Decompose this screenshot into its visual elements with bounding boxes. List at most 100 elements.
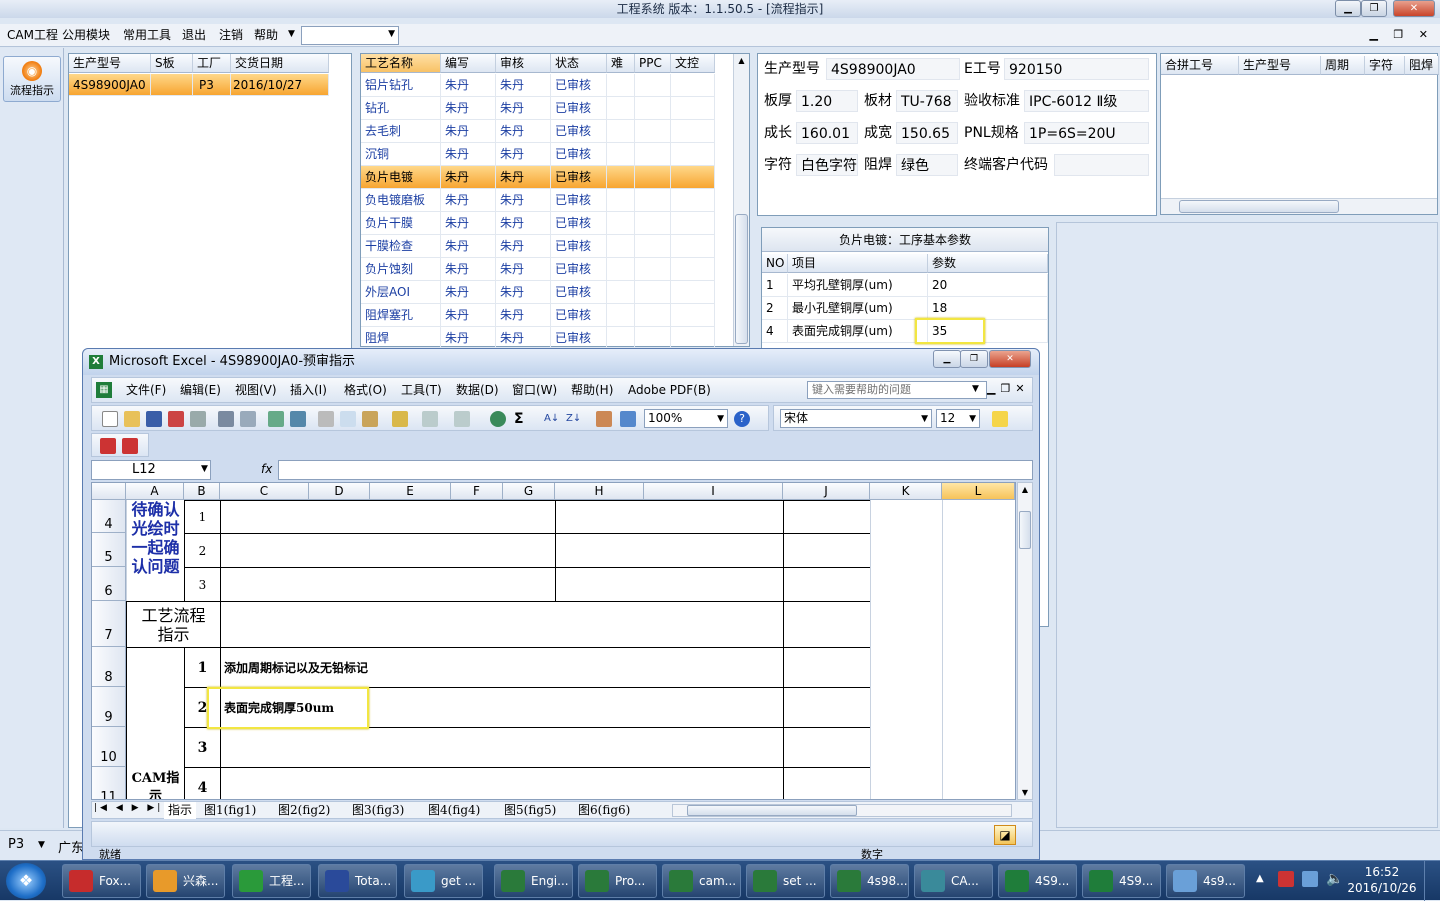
cell-n1[interactable]: 1 (184, 500, 221, 534)
process-row-cell[interactable]: 沉铜 (361, 143, 441, 166)
fx-icon[interactable]: fx (261, 462, 272, 476)
print-icon[interactable] (218, 411, 234, 427)
process-row-cell[interactable] (635, 258, 671, 281)
taskbar-item[interactable]: 工程... (232, 864, 311, 898)
sheet-tab[interactable]: 图6(fig6) (578, 802, 630, 819)
process-row-cell[interactable] (635, 212, 671, 235)
process-row-cell[interactable] (671, 258, 715, 281)
job-row-model[interactable]: 4S98900JA0 (69, 74, 151, 96)
sheet-hscroll[interactable] (672, 804, 1012, 817)
process-row-cell[interactable] (607, 189, 635, 212)
pdf-convert-icon[interactable] (100, 438, 116, 454)
cell-item1[interactable]: 添加周期标记以及无铅标记 (220, 647, 784, 688)
email-icon[interactable] (190, 411, 206, 427)
process-row-cell[interactable] (607, 143, 635, 166)
process-row-cell[interactable]: 朱丹 (496, 304, 551, 327)
process-row-cell[interactable]: 朱丹 (441, 327, 496, 350)
excel-restore-button[interactable]: ❐ (960, 350, 988, 368)
col-merge-mask[interactable]: 阻焊 (1405, 56, 1439, 75)
process-row-cell[interactable] (635, 235, 671, 258)
drawing-icon[interactable] (620, 411, 636, 427)
paste-icon[interactable] (362, 411, 378, 427)
process-row-cell[interactable] (671, 212, 715, 235)
pdf-email-icon[interactable] (122, 438, 138, 454)
col-header-j[interactable]: J (783, 483, 870, 500)
cell-item3[interactable] (220, 727, 784, 768)
process-row-cell[interactable] (607, 327, 635, 350)
scroll-up-icon[interactable]: ▲ (735, 56, 748, 70)
process-row-cell[interactable]: 负片干膜 (361, 212, 441, 235)
sheet-tab[interactable]: 图1(fig1) (204, 802, 256, 819)
process-row-cell[interactable] (671, 166, 715, 189)
save-icon[interactable] (146, 411, 162, 427)
spelling-icon[interactable] (268, 411, 284, 427)
process-row-cell[interactable]: 负电镀磨板 (361, 189, 441, 212)
sort-desc-icon[interactable]: Z↓ (566, 411, 582, 427)
cell-flow-content[interactable] (220, 601, 784, 648)
process-row-cell[interactable] (607, 166, 635, 189)
process-row-cell[interactable] (607, 304, 635, 327)
col-header-c[interactable]: C (220, 483, 309, 500)
process-row-cell[interactable] (635, 189, 671, 212)
font-select[interactable]: 宋体 ▼ (780, 409, 932, 428)
start-button[interactable]: ❖ (6, 863, 46, 899)
cell-c4[interactable] (220, 500, 556, 534)
scroll-thumb[interactable] (1179, 200, 1339, 213)
cell-n3[interactable]: 3 (184, 567, 221, 602)
menu-cam[interactable]: CAM工程 (2, 24, 63, 47)
chevron-down-icon[interactable]: ▼ (288, 29, 295, 39)
process-row-cell[interactable]: 朱丹 (441, 212, 496, 235)
excel-minimize-button[interactable]: ▁ (933, 350, 961, 368)
tab-nav-arrows[interactable]: |◀ ◀ ▶ ▶| (94, 803, 163, 813)
process-row-cell[interactable]: 已审核 (551, 97, 607, 120)
param-row-cell[interactable]: 最小孔壁铜厚(um) (788, 297, 928, 320)
taskbar-item[interactable]: CA... (914, 864, 993, 898)
process-row-cell[interactable] (607, 258, 635, 281)
undo-icon[interactable] (422, 411, 438, 427)
col-header-b[interactable]: B (184, 483, 220, 500)
row-header-4[interactable]: 4 (92, 500, 126, 533)
process-row-cell[interactable]: 朱丹 (496, 212, 551, 235)
process-row-cell[interactable]: 已审核 (551, 212, 607, 235)
process-row-cell[interactable]: 阻焊塞孔 (361, 304, 441, 327)
taskbar-item[interactable]: Tota... (318, 864, 397, 898)
row-header-5[interactable]: 5 (92, 533, 126, 567)
param-row-cell[interactable]: 1 (762, 274, 788, 297)
process-row-cell[interactable]: 外层AOI (361, 281, 441, 304)
chevron-down-icon[interactable]: ▼ (972, 384, 979, 394)
sheet-icon[interactable]: ▦ (96, 382, 112, 398)
help-icon[interactable]: ? (734, 411, 750, 427)
menu-logout[interactable]: 注销 (214, 24, 248, 47)
xmenu-pdf[interactable]: Adobe PDF(B) (622, 378, 717, 402)
process-row-cell[interactable] (635, 143, 671, 166)
process-row-cell[interactable]: 朱丹 (496, 189, 551, 212)
help-search-input[interactable]: 键入需要帮助的问题 (807, 381, 987, 399)
chevron-down-icon[interactable]: ▼ (38, 840, 45, 850)
process-row-cell[interactable]: 朱丹 (496, 120, 551, 143)
process-row-cell[interactable]: 铝片钻孔 (361, 74, 441, 97)
process-row-cell[interactable] (635, 74, 671, 97)
sheet-tab[interactable]: 指示 (164, 802, 197, 819)
process-row-cell[interactable]: 已审核 (551, 120, 607, 143)
col-factory[interactable]: 工厂 (193, 54, 231, 73)
show-desktop-button[interactable] (1424, 861, 1440, 901)
xmenu-tools[interactable]: 工具(T) (395, 378, 448, 402)
process-col-header[interactable]: 工艺名称 (361, 54, 441, 73)
col-header-f[interactable]: F (451, 483, 503, 500)
row-header-7[interactable]: 7 (92, 601, 126, 647)
col-item[interactable]: 项目 (788, 254, 928, 273)
cell-c4-num[interactable]: 4 (184, 767, 221, 799)
copy-icon[interactable] (340, 411, 356, 427)
process-row-cell[interactable]: 已审核 (551, 189, 607, 212)
permission-icon[interactable] (168, 411, 184, 427)
process-col-header[interactable]: PPC (635, 54, 671, 73)
process-row-cell[interactable] (671, 74, 715, 97)
tray-expand-icon[interactable]: ▲ (1256, 873, 1264, 884)
taskbar-item[interactable]: Engi... (494, 864, 573, 898)
col-merge-period[interactable]: 周期 (1321, 56, 1365, 75)
scroll-up-icon[interactable]: ▲ (1019, 485, 1031, 494)
sort-asc-icon[interactable]: A↓ (544, 411, 560, 427)
process-row-cell[interactable]: 朱丹 (441, 258, 496, 281)
xmenu-window[interactable]: 窗口(W) (506, 378, 563, 402)
cell-flow-instruction[interactable]: 工艺流程指示 (126, 601, 221, 648)
